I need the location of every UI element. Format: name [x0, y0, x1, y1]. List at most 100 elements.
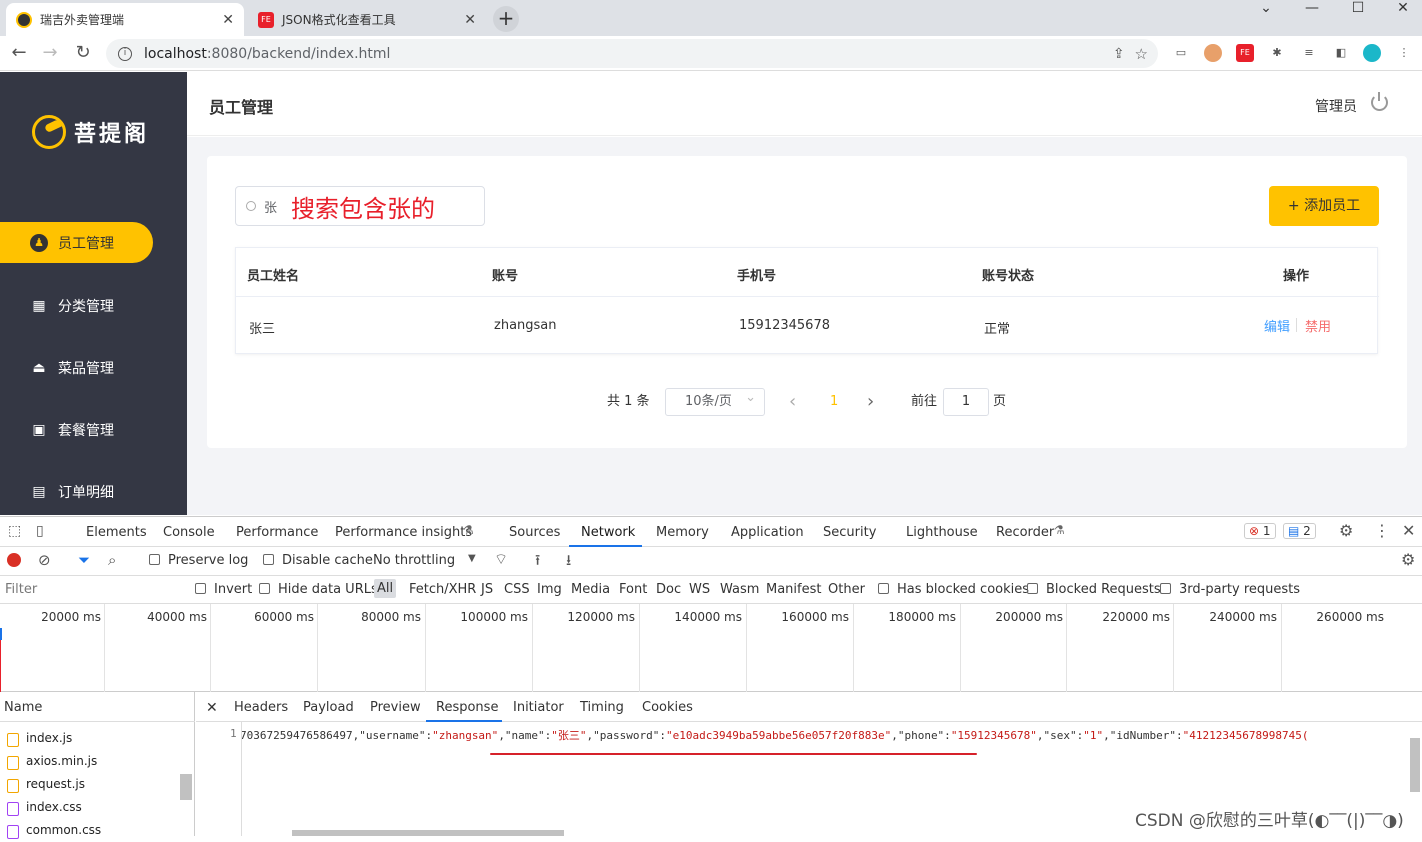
devtools-tab-performance-insights[interactable]: Performance insights — [335, 525, 472, 540]
browser-tab[interactable]: FE JSON格式化查看工具 ✕ — [248, 3, 486, 36]
filter-input[interactable]: Filter — [5, 582, 180, 597]
devtools-tab-elements[interactable]: Elements — [86, 525, 147, 540]
close-window-button[interactable]: ✕ — [1380, 0, 1422, 24]
filter-type-doc[interactable]: Doc — [656, 582, 681, 597]
browser-menu-icon[interactable]: ⋮ — [1395, 44, 1413, 62]
filter-type-ws[interactable]: WS — [689, 582, 710, 597]
filter-funnel-icon[interactable]: ⏷ — [78, 551, 90, 569]
close-tab-icon[interactable]: ✕ — [464, 12, 476, 28]
close-tab-icon[interactable]: ✕ — [222, 12, 234, 28]
request-row[interactable]: index.css — [0, 796, 178, 819]
edit-link[interactable]: 编辑 — [1264, 316, 1290, 335]
site-info-icon[interactable]: i — [118, 46, 132, 61]
sidebar-item-setmeal[interactable]: ▣ 套餐管理 — [0, 409, 153, 450]
import-har-icon[interactable]: ⭱ — [535, 550, 540, 575]
page-size-select[interactable]: 10条/页 — [665, 385, 765, 416]
detail-tab-headers[interactable]: Headers — [234, 700, 288, 715]
search-input[interactable]: 张 搜索包含张的 — [235, 186, 485, 226]
filter-type-all[interactable]: All — [374, 579, 397, 598]
error-count-badge[interactable]: ⊗ 1 — [1244, 523, 1276, 539]
sidebar-item-employee[interactable]: ♟ 员工管理 — [0, 222, 153, 263]
request-row[interactable]: request.js — [0, 773, 178, 796]
forward-icon[interactable]: → — [38, 42, 62, 63]
network-conditions-icon[interactable]: ⌔ — [494, 550, 508, 569]
extension-avatar-icon[interactable] — [1204, 44, 1222, 62]
address-bar[interactable]: i localhost:8080/backend/index.html ⇪ ☆ — [106, 39, 1158, 68]
name-column-header[interactable]: Name — [0, 692, 195, 722]
filter-type-font[interactable]: Font — [619, 582, 647, 597]
detail-tab-initiator[interactable]: Initiator — [513, 700, 564, 715]
filter-type-css[interactable]: CSS — [504, 582, 530, 597]
dropdown-arrow-icon[interactable]: ▼ — [468, 553, 476, 564]
network-overview-timeline[interactable]: 20000 ms 40000 ms 60000 ms 80000 ms 1000… — [0, 604, 1422, 692]
devtools-tab-recorder[interactable]: Recorder — [996, 525, 1054, 540]
detail-tab-preview[interactable]: Preview — [370, 700, 421, 715]
filter-type-manifest[interactable]: Manifest — [766, 582, 821, 597]
throttling-select[interactable]: No throttling — [373, 553, 455, 568]
next-page-icon[interactable]: › — [867, 388, 874, 416]
device-toolbar-icon[interactable]: ▯ — [36, 523, 44, 539]
filter-type-other[interactable]: Other — [828, 582, 865, 597]
devtools-tab-sources[interactable]: Sources — [509, 525, 560, 540]
request-row[interactable]: common.css — [0, 819, 178, 842]
filter-type-fetch[interactable]: Fetch/XHR — [409, 582, 476, 597]
horizontal-scrollbar-thumb[interactable] — [292, 830, 564, 836]
filter-type-img[interactable]: Img — [537, 582, 562, 597]
scrollbar-thumb[interactable] — [1410, 738, 1420, 792]
browser-tab-active[interactable]: 瑞吉外卖管理端 ✕ — [6, 3, 244, 36]
prev-page-icon[interactable]: ‹ — [789, 388, 796, 416]
scrollbar-thumb[interactable] — [180, 774, 192, 800]
disable-link[interactable]: 禁用 — [1305, 316, 1331, 335]
devtools-tab-lighthouse[interactable]: Lighthouse — [906, 525, 978, 540]
share-icon[interactable]: ⇪ — [1113, 46, 1125, 62]
request-row[interactable]: axios.min.js — [0, 750, 178, 773]
profile-avatar-icon[interactable] — [1363, 44, 1381, 62]
search-icon[interactable]: ⌕ — [108, 551, 116, 569]
devtools-tab-network[interactable]: Network — [581, 525, 635, 540]
third-party-checkbox[interactable] — [1160, 583, 1171, 598]
extension-cast-icon[interactable]: ▭ — [1172, 44, 1190, 62]
maximize-button[interactable]: ☐ — [1335, 0, 1381, 24]
devtools-tab-application[interactable]: Application — [731, 525, 804, 540]
detail-tab-cookies[interactable]: Cookies — [642, 700, 693, 715]
network-settings-gear-icon[interactable]: ⚙ — [1401, 550, 1415, 569]
devtools-tab-memory[interactable]: Memory — [656, 525, 709, 540]
settings-gear-icon[interactable]: ⚙ — [1339, 521, 1353, 540]
preserve-log-checkbox[interactable] — [149, 554, 160, 569]
logout-power-icon[interactable] — [1371, 92, 1388, 111]
sidebar-item-orders[interactable]: ▤ 订单明细 — [0, 471, 153, 512]
disable-cache-checkbox[interactable] — [263, 554, 274, 569]
inspect-element-icon[interactable]: ⬚ — [8, 523, 21, 539]
more-options-icon[interactable]: ⋮ — [1374, 521, 1390, 540]
close-devtools-icon[interactable]: ✕ — [1402, 521, 1415, 540]
back-icon[interactable]: ← — [7, 42, 31, 63]
hide-data-urls-checkbox[interactable] — [259, 583, 270, 598]
sidebar-item-dish[interactable]: ⏏ 菜品管理 — [0, 347, 153, 388]
clear-icon[interactable]: ⊘ — [38, 551, 51, 569]
reload-icon[interactable]: ↻ — [71, 42, 95, 63]
blocked-cookies-checkbox[interactable] — [878, 583, 889, 598]
devtools-tab-console[interactable]: Console — [163, 525, 215, 540]
minimize-button[interactable]: — — [1289, 0, 1335, 24]
extensions-puzzle-icon[interactable]: ✱ — [1268, 44, 1286, 62]
invert-checkbox[interactable] — [195, 583, 206, 598]
new-tab-button[interactable]: + — [493, 6, 519, 32]
tab-search-icon[interactable]: ⌄ — [1243, 0, 1289, 24]
devtools-tab-security[interactable]: Security — [823, 525, 876, 540]
side-panel-icon[interactable]: ◧ — [1332, 44, 1350, 62]
message-count-badge[interactable]: ▤ 2 — [1283, 523, 1316, 539]
current-page[interactable]: 1 — [830, 388, 838, 416]
detail-tab-payload[interactable]: Payload — [303, 700, 354, 715]
blocked-requests-checkbox[interactable] — [1027, 583, 1038, 598]
goto-page-input[interactable]: 1 — [943, 388, 989, 416]
sidebar-item-category[interactable]: ▦ 分类管理 — [0, 285, 153, 326]
add-employee-button[interactable]: + 添加员工 — [1269, 186, 1379, 226]
filter-type-media[interactable]: Media — [571, 582, 610, 597]
close-detail-icon[interactable]: ✕ — [206, 700, 218, 716]
extension-fe-icon[interactable]: FE — [1236, 44, 1254, 62]
request-row[interactable]: index.js — [0, 727, 178, 750]
filter-type-js[interactable]: JS — [481, 582, 493, 597]
filter-type-wasm[interactable]: Wasm — [720, 582, 759, 597]
bookmark-star-icon[interactable]: ☆ — [1135, 45, 1148, 63]
detail-tab-response[interactable]: Response — [436, 700, 498, 715]
